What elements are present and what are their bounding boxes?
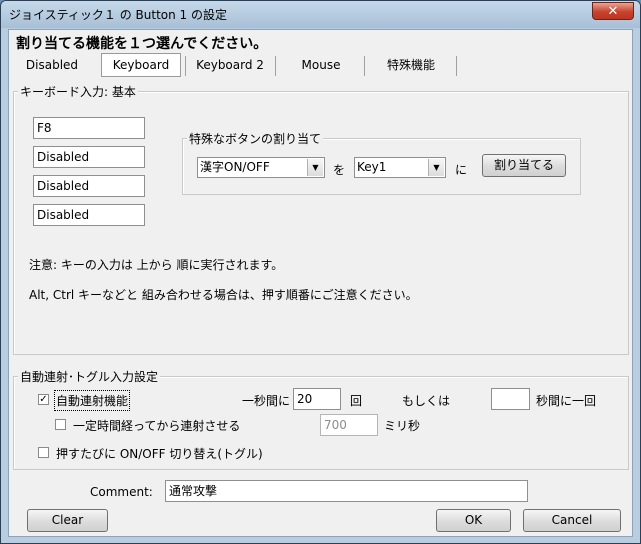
cancel-button[interactable]: Cancel [523, 509, 621, 532]
note-modifier: Alt, Ctrl キーなどと 組み合わせる場合は、押す順番にご注意ください。 [29, 288, 418, 302]
delay-ms-input[interactable]: 700 [320, 414, 378, 436]
tab-disabled[interactable]: Disabled [19, 53, 85, 77]
tab-separator [456, 56, 457, 76]
assign-button[interactable]: 割り当てる [482, 154, 566, 177]
toggle-label[interactable]: 押すたびに ON/OFF 切り替え(トグル) [56, 445, 263, 462]
per-second-count-input[interactable]: 20 [293, 388, 341, 410]
tab-keyboard[interactable]: Keyboard [101, 53, 181, 77]
special-key-select[interactable]: 漢字ON/OFF ▼ [197, 157, 325, 178]
auto-fire-checkbox[interactable]: ✓ [38, 394, 49, 405]
seconds-interval-suffix: 秒間に一回 [536, 394, 597, 408]
tab-mouse[interactable]: Mouse [286, 53, 356, 77]
comment-label: Comment: [90, 485, 153, 499]
ok-button[interactable]: OK [436, 509, 511, 532]
special-group-title: 特殊なボタンの割り当て [187, 130, 324, 147]
tab-keyboard-2[interactable]: Keyboard 2 [190, 53, 270, 77]
per-second-unit: 回 [350, 394, 363, 408]
tab-separator [185, 56, 186, 76]
clear-button[interactable]: Clear [27, 509, 108, 532]
special-key-value: 漢字ON/OFF [200, 160, 270, 174]
ni-label: に [455, 163, 468, 177]
wo-label: を [333, 163, 346, 177]
chevron-down-icon[interactable]: ▼ [428, 159, 444, 176]
key-field-1[interactable]: F8 [33, 117, 145, 139]
target-key-value: Key1 [357, 160, 387, 174]
comment-input[interactable]: 通常攻撃 [165, 480, 528, 502]
delay-ms-unit: ミリ秒 [384, 419, 421, 433]
keyboard-group-title: キーボード入力: 基本 [18, 83, 138, 100]
title-bar[interactable]: ジョイスティック１ の Button 1 の設定 ✕ [1, 1, 640, 28]
auto-fire-label[interactable]: 自動連射機能 [53, 390, 131, 411]
target-key-select[interactable]: Key1 ▼ [354, 157, 446, 178]
dialog-client-area: 割り当てる機能を１つ選んでください。 Disabled Keyboard Key… [8, 29, 633, 537]
seconds-interval-input[interactable] [491, 388, 530, 410]
close-button[interactable]: ✕ [592, 2, 634, 20]
per-second-prefix: 一秒間に [242, 394, 291, 408]
toggle-checkbox[interactable] [38, 447, 49, 458]
note-order: 注意: キーの入力は 上から 順に実行されます。 [29, 258, 284, 272]
turbo-group-title: 自動連射･トグル入力設定 [18, 368, 161, 385]
key-field-2[interactable]: Disabled [33, 146, 145, 168]
instruction-text: 割り当てる機能を１つ選んでください。 [16, 36, 268, 52]
delay-start-label[interactable]: 一定時間経ってから連射させる [73, 417, 240, 434]
or-label: もしくは [402, 394, 451, 408]
settings-dialog: ジョイスティック１ の Button 1 の設定 ✕ 割り当てる機能を１つ選んで… [0, 0, 641, 544]
tab-special-functions[interactable]: 特殊機能 [371, 53, 451, 77]
key-field-4[interactable]: Disabled [33, 204, 145, 226]
tab-separator [275, 56, 276, 76]
key-field-3[interactable]: Disabled [33, 175, 145, 197]
delay-start-checkbox[interactable] [55, 419, 66, 430]
chevron-down-icon[interactable]: ▼ [307, 159, 323, 176]
window-title: ジョイスティック１ の Button 1 の設定 [9, 8, 228, 22]
tab-separator [364, 56, 365, 76]
